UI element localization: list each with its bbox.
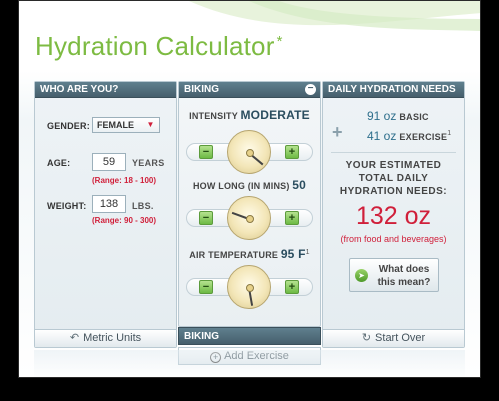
what-does-this-mean-button[interactable]: ➤ What does this mean? <box>349 258 439 292</box>
basic-amount: 91 oz <box>367 109 397 123</box>
tab-biking[interactable]: BIKING <box>178 327 321 345</box>
who-panel-header: WHO ARE YOU? <box>35 82 176 98</box>
add-exercise-label: Add Exercise <box>224 350 289 362</box>
age-unit: YEARS <box>132 158 165 168</box>
what-does-this-mean-label: What does this mean? <box>377 264 431 288</box>
intensity-row: INTENSITY MODERATE <box>179 108 320 122</box>
start-over-label: Start Over <box>375 332 426 344</box>
arrow-right-icon: ➤ <box>355 269 368 282</box>
dial-hub <box>246 284 254 292</box>
title-footnote-mark: * <box>276 33 283 50</box>
estimate-line-1: YOUR ESTIMATED <box>345 160 442 171</box>
intensity-dial[interactable] <box>227 130 271 174</box>
needs-divider <box>331 152 456 153</box>
estimated-needs-heading: YOUR ESTIMATED TOTAL DAILY HYDRATION NEE… <box>323 159 464 198</box>
metric-units-label: Metric Units <box>83 332 142 344</box>
exercise-footnote: 1 <box>447 130 452 137</box>
exercise-needs-row: 41 oz EXERCISE1 <box>367 129 451 143</box>
add-circle-icon: + <box>210 352 222 363</box>
temperature-label: AIR TEMPERATURE <box>189 250 279 260</box>
duration-label: HOW LONG (IN MINS) <box>192 181 290 191</box>
chevron-down-icon: ▼ <box>146 120 155 129</box>
temperature-decrease-button[interactable]: − <box>199 280 213 294</box>
weight-input[interactable]: 138 <box>92 195 126 213</box>
total-hydration-subtext: (from food and beverages) <box>340 234 447 244</box>
basic-needs-row: 91 oz BASIC <box>367 109 429 123</box>
duration-value: 50 <box>292 178 307 192</box>
minus-circle-icon[interactable]: − <box>305 84 316 95</box>
app-title: Hydration Calculator * <box>35 31 283 61</box>
duration-row: HOW LONG (IN MINS) 50 <box>179 178 320 192</box>
undo-arrow-icon: ↶ <box>69 332 80 344</box>
estimate-line-3: HYDRATION NEEDS: <box>339 186 448 197</box>
temperature-footnote: 1 <box>305 249 310 256</box>
weight-range-hint: (Range: 90 - 300) <box>92 216 157 225</box>
add-exercise-button[interactable]: + Add Exercise <box>178 347 321 365</box>
dial-hub <box>246 215 254 223</box>
biking-panel: BIKING − INTENSITY MODERATE − + HOW LONG… <box>178 81 321 327</box>
temperature-row: AIR TEMPERATURE 95 F1 <box>179 247 320 261</box>
duration-decrease-button[interactable]: − <box>199 211 213 225</box>
exercise-tag: EXERCISE <box>399 132 448 142</box>
refresh-icon: ↻ <box>361 332 372 344</box>
gender-select-value: FEMALE <box>97 120 134 130</box>
basic-tag: BASIC <box>399 112 429 122</box>
age-input[interactable]: 59 <box>92 153 126 171</box>
who-are-you-panel: WHO ARE YOU? GENDER: FEMALE ▼ AGE: 59 YE… <box>34 81 177 348</box>
age-range-hint: (Range: 18 - 100) <box>92 176 157 185</box>
intensity-increase-button[interactable]: + <box>285 145 299 159</box>
intensity-decrease-button[interactable]: − <box>199 145 213 159</box>
duration-dial[interactable] <box>227 196 271 240</box>
estimate-line-2: TOTAL DAILY <box>358 173 429 184</box>
start-over-button[interactable]: ↻ Start Over <box>323 329 464 347</box>
intensity-value: MODERATE <box>240 108 310 122</box>
needs-panel-header: DAILY HYDRATION NEEDS <box>323 82 464 98</box>
gender-label: GENDER: <box>47 121 90 131</box>
temperature-increase-button[interactable]: + <box>285 280 299 294</box>
dial-hub <box>246 149 254 157</box>
metric-units-button[interactable]: ↶ Metric Units <box>35 329 176 347</box>
temperature-dial[interactable] <box>227 265 271 309</box>
exercise-amount: 41 oz <box>367 129 397 143</box>
weight-label: WEIGHT: <box>47 201 87 211</box>
biking-header-label: BIKING <box>184 84 219 95</box>
plus-icon: + <box>332 122 343 142</box>
gender-select[interactable]: FEMALE ▼ <box>92 117 160 133</box>
total-hydration-value: 132 oz <box>355 202 432 230</box>
weight-unit: LBS. <box>132 201 154 211</box>
age-label: AGE: <box>47 158 71 168</box>
temperature-value: 95 F <box>280 247 306 261</box>
biking-panel-header: BIKING − <box>179 82 320 98</box>
duration-increase-button[interactable]: + <box>285 211 299 225</box>
hydration-calculator-app: Hydration Calculator * WHO ARE YOU? GENDE… <box>18 0 481 378</box>
intensity-label: INTENSITY <box>189 111 238 121</box>
daily-hydration-needs-panel: DAILY HYDRATION NEEDS 91 oz BASIC + 41 oz… <box>322 81 465 348</box>
